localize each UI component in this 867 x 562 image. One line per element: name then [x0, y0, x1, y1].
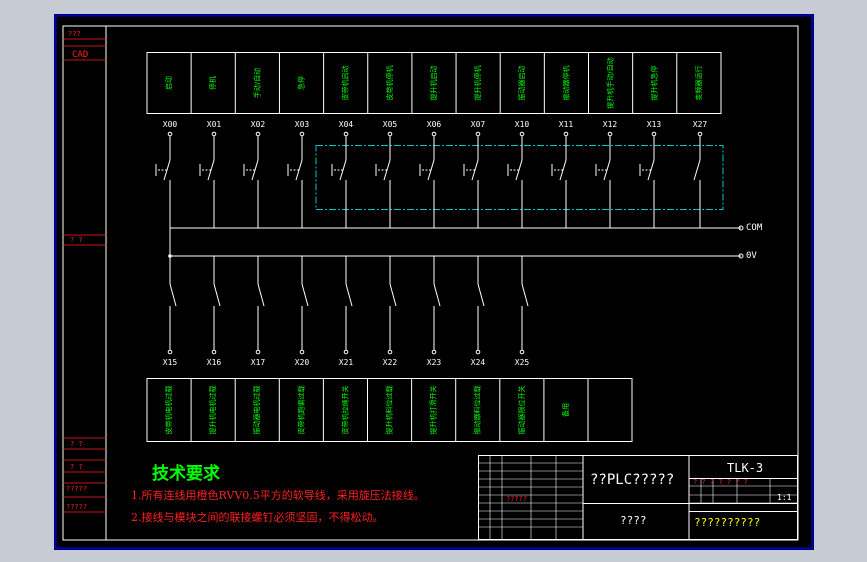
top-input-description: 急停	[296, 76, 305, 90]
drawing-number: TLK-3	[727, 461, 763, 475]
title-block-scale: 1:1	[777, 493, 792, 502]
top-input-description: 提升机停机	[473, 66, 482, 101]
tech-title: 技术要求	[152, 463, 220, 484]
top-input-description: 振动器停机	[561, 66, 570, 101]
top-input-address: X05	[383, 120, 398, 129]
title-block-row-text: ?????	[506, 495, 527, 503]
top-input-description: 提升机手动/自动	[606, 57, 615, 108]
bottom-input-description: 提升机打滑开关	[429, 386, 438, 435]
bottom-input-address: X23	[427, 358, 442, 367]
title-block-qmarks: ? ? ? ? ? ? ?	[693, 478, 748, 486]
company-name: ??????????	[694, 516, 760, 529]
drawing-subtitle: ????	[620, 514, 647, 527]
ov-label: 0V	[746, 251, 757, 261]
bottom-input-address: X22	[383, 358, 398, 367]
com-label: COM	[746, 223, 763, 233]
margin-label-low2: ? ?	[70, 463, 83, 471]
top-input-address: X13	[647, 120, 662, 129]
margin-label-low1: ? ?	[70, 440, 83, 448]
top-input-address: X03	[295, 120, 310, 129]
top-input-address: X00	[163, 120, 178, 129]
plc-wiring-diagram: ??? CAD ? ? ? ? ? ? ????? ????? 启动 停机 手动/自…	[54, 14, 814, 550]
bottom-input-description: 备用	[561, 403, 570, 417]
margin-label-low3: ?????	[66, 485, 87, 493]
drawing-title: ??PLC?????	[590, 472, 674, 488]
bottom-input-description: 提升机电机过载	[208, 386, 217, 435]
bottom-input-address: X20	[295, 358, 310, 367]
top-input-address: X12	[603, 120, 618, 129]
top-input-description: 手动/自动	[252, 68, 261, 98]
top-input-description: 皮带机启动	[341, 66, 350, 101]
top-input-description: 启动	[164, 76, 173, 90]
top-input-address: X11	[559, 120, 574, 129]
bottom-input-description: 振动器料位过载	[473, 386, 482, 435]
bottom-input-description: 振动器电机过载	[252, 386, 261, 435]
bottom-input-description: 皮带机电机过载	[164, 386, 173, 435]
margin-label-top: ???	[68, 30, 81, 38]
top-input-description: 振动器启动	[517, 66, 526, 101]
tech-line-1: 1.所有连线用橙色RVV0.5平方的软导线，采用旋压法接线。	[131, 488, 425, 502]
top-input-address: X06	[427, 120, 442, 129]
top-input-address: X02	[251, 120, 266, 129]
top-input-description: 提升机启动	[429, 66, 438, 101]
tech-line-2: 2.接线与模块之间的联接螺钉必须坚固，不得松动。	[131, 510, 384, 524]
margin-label-mid: ? ?	[70, 236, 83, 244]
top-input-address: X04	[339, 120, 354, 129]
top-input-address: X10	[515, 120, 530, 129]
bottom-input-address: X24	[471, 358, 486, 367]
bottom-input-address: X17	[251, 358, 266, 367]
top-input-description: 皮带机停机	[385, 66, 394, 101]
top-input-address: X07	[471, 120, 486, 129]
bottom-input-address: X25	[515, 358, 530, 367]
top-input-description: 停机	[208, 76, 217, 90]
bottom-input-description: 提升机料位过载	[385, 386, 394, 435]
bottom-input-description: 振动器限位开关	[517, 386, 526, 435]
margin-label-low4: ?????	[66, 503, 87, 511]
top-input-address: X01	[207, 120, 222, 129]
bottom-input-description: 皮带机跑偏过载	[296, 386, 305, 435]
bottom-input-address: X15	[163, 358, 178, 367]
bottom-input-address: X16	[207, 358, 222, 367]
top-input-address: X27	[693, 120, 708, 129]
margin-label-cad: CAD	[72, 50, 88, 60]
bottom-input-description: 皮带机拉绳开关	[340, 386, 349, 435]
top-input-description: 变频器运行	[694, 66, 703, 101]
bottom-input-address: X21	[339, 358, 354, 367]
top-input-description: 提升机急停	[650, 66, 659, 101]
